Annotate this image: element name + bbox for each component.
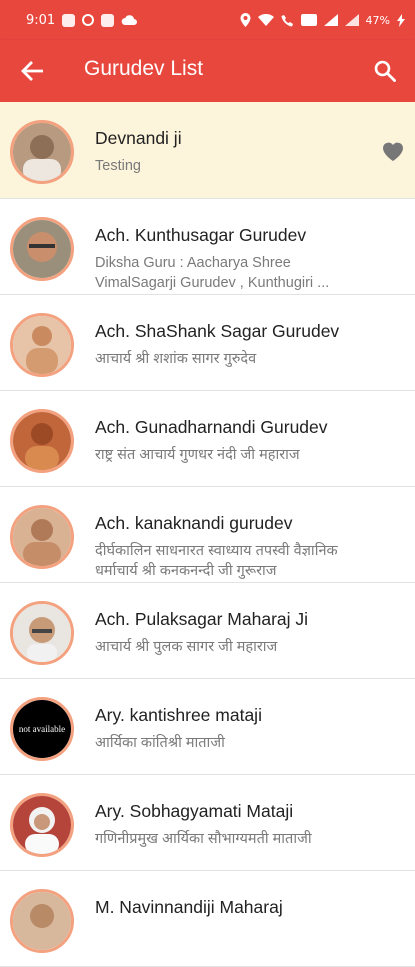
avatar <box>10 601 74 665</box>
volte-icon <box>300 14 317 26</box>
guru-subtitle: दीर्घकालिन साधनारत स्वाध्याय तपस्वी वैज्… <box>95 543 338 579</box>
avatar-placeholder-text: not available <box>19 724 65 734</box>
avatar <box>10 505 74 569</box>
guru-subtitle: राष्ट्र संत आचार्य गुणधर नंदी जी महाराज <box>95 447 300 463</box>
wifi-icon <box>257 14 274 26</box>
guru-list-item[interactable]: Ary. Sobhagyamati Mataji गणिनीप्रमुख आर्… <box>0 775 415 871</box>
guru-subtitle: आचार्य श्री शशांक सागर गुरुदेव <box>95 351 257 367</box>
guru-name: Devnandi ji <box>95 128 182 148</box>
call-icon <box>281 14 293 26</box>
signal-icon-1 <box>323 14 338 26</box>
guru-name: M. Navinnandiji Maharaj <box>95 897 283 917</box>
guru-list-item[interactable]: Devnandi ji Testing <box>0 102 415 199</box>
avatar <box>10 120 74 184</box>
guru-name: Ach. kanaknandi gurudev <box>95 513 293 533</box>
guru-subtitle: आचार्य श्री पुलक सागर जी महाराज <box>95 639 278 655</box>
guru-name: Ach. ShaShank Sagar Gurudev <box>95 321 340 341</box>
status-time: 9:01 <box>26 12 56 28</box>
guru-name: Ach. Gunadharnandi Gurudev <box>95 417 328 437</box>
page-title: Gurudev List <box>84 57 204 80</box>
arrow-back-icon <box>21 61 43 81</box>
signal-icon-2 <box>344 14 359 26</box>
back-button[interactable] <box>14 54 50 88</box>
guru-subtitle: Testing <box>95 158 141 174</box>
guru-list-item[interactable]: Ach. ShaShank Sagar Gurudev आचार्य श्री … <box>0 295 415 391</box>
location-icon <box>240 13 251 27</box>
guru-name: Ary. Sobhagyamati Mataji <box>95 801 294 821</box>
guru-list-item[interactable]: not available Ary. kantishree mataji आर्… <box>0 679 415 775</box>
guru-subtitle: गणिनीप्रमुख आर्यिका सौभाग्यमती माताजी <box>95 831 312 847</box>
guru-name: Ach. Kunthusagar Gurudev <box>95 225 307 245</box>
guru-list-item[interactable]: Ach. Pulaksagar Maharaj Ji आचार्य श्री प… <box>0 583 415 679</box>
guru-list-item[interactable]: Ach. kanaknandi gurudev दीर्घकालिन साधना… <box>0 487 415 583</box>
guru-name: Ach. Pulaksagar Maharaj Ji <box>95 609 309 629</box>
guru-list-item[interactable]: M. Navinnandiji Maharaj <box>0 871 415 967</box>
app-bar: Gurudev List <box>0 40 415 102</box>
avatar <box>10 313 74 377</box>
notification-circle-icon <box>82 14 95 26</box>
cloud-icon <box>121 15 138 25</box>
status-bar: 9:01 47% <box>0 0 415 40</box>
search-button[interactable] <box>367 54 403 88</box>
guru-name: Ary. kantishree mataji <box>95 705 262 725</box>
message-icon <box>101 13 115 27</box>
guru-subtitle: Diksha Guru : Aacharya Shree VimalSagarj… <box>95 255 330 291</box>
guru-list-item[interactable]: Ach. Kunthusagar Gurudev Diksha Guru : A… <box>0 199 415 295</box>
heart-icon <box>383 142 403 161</box>
app-notification-icon <box>62 13 76 27</box>
avatar <box>10 793 74 857</box>
favorite-button[interactable] <box>379 138 407 164</box>
battery-charging-icon <box>397 13 405 27</box>
battery-percent: 47% <box>365 13 390 27</box>
guru-list: Devnandi ji Testing Ach. Kunthusagar Gur… <box>0 102 415 967</box>
avatar <box>10 409 74 473</box>
guru-subtitle: आर्यिका कांतिश्री माताजी <box>95 735 225 751</box>
guru-list-item[interactable]: Ach. Gunadharnandi Gurudev राष्ट्र संत आ… <box>0 391 415 487</box>
avatar <box>10 217 74 281</box>
avatar <box>10 889 74 953</box>
search-icon <box>374 60 396 82</box>
avatar-not-available: not available <box>10 697 74 761</box>
